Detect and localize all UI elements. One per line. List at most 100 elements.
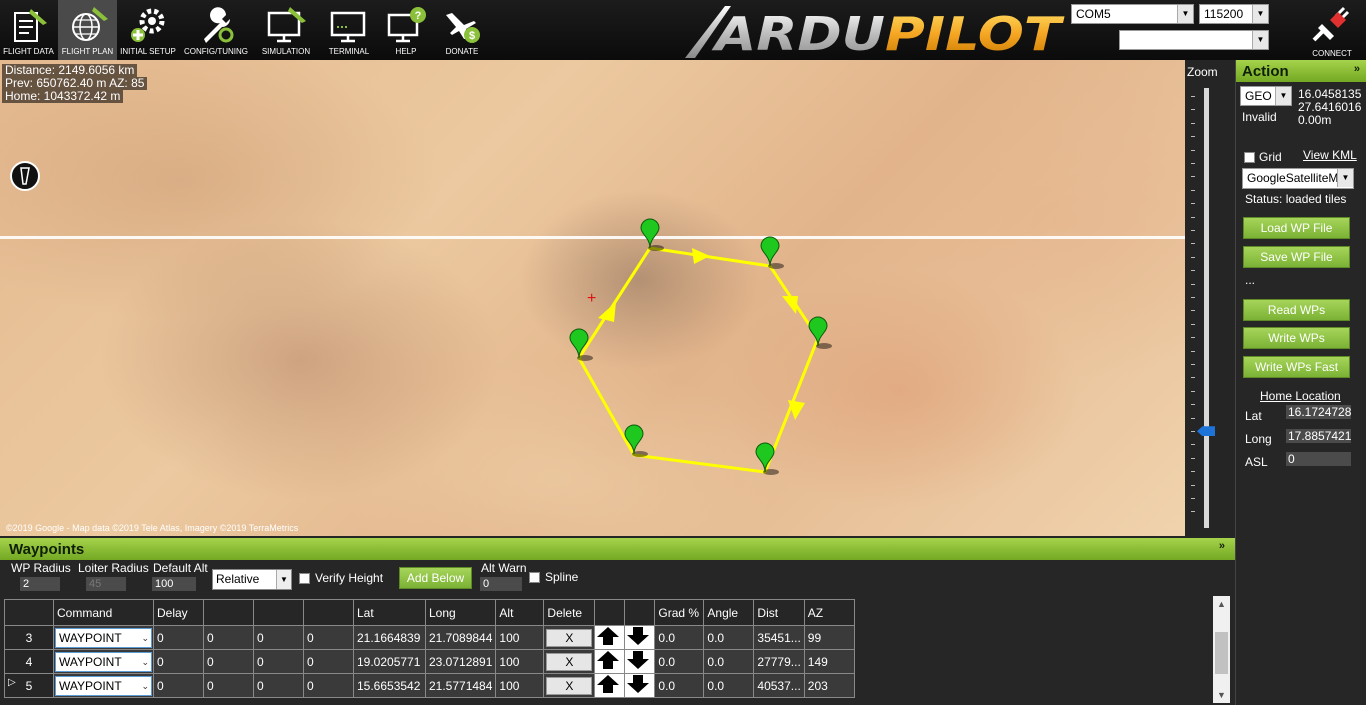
row-number[interactable]: ▷ 5 — [4, 673, 54, 698]
collapse-chevron-icon[interactable]: » — [1354, 63, 1360, 75]
table-scrollbar[interactable]: ▲ ▼ — [1213, 596, 1230, 703]
param4-cell[interactable]: 0 — [303, 673, 354, 698]
add-below-button[interactable]: Add Below — [399, 567, 472, 589]
read-wps-button[interactable]: Read WPs — [1243, 299, 1350, 321]
lat-cell[interactable]: 19.0205771 — [353, 649, 426, 674]
param4-cell[interactable]: 0 — [303, 649, 354, 674]
load-wp-file-button[interactable]: Load WP File — [1243, 217, 1350, 239]
scrollbar-thumb[interactable] — [1215, 632, 1228, 674]
table-row[interactable]: 4 WAYPOINT ⌄ 0 0 0 0 19.0205771 23.071289… — [4, 649, 855, 674]
alt-cell[interactable]: 100 — [495, 625, 545, 650]
waypoint-marker-1[interactable] — [638, 218, 668, 252]
alt-cell[interactable]: 100 — [495, 673, 545, 698]
lat-cell[interactable]: 21.1664839 — [353, 625, 426, 650]
long-cell[interactable]: 21.7089844 — [424, 625, 497, 650]
col-header-dist[interactable]: Dist — [753, 599, 805, 626]
param3-cell[interactable]: 0 — [253, 673, 304, 698]
waypoint-marker-6[interactable] — [567, 328, 597, 362]
save-wp-file-button[interactable]: Save WP File — [1243, 246, 1350, 268]
long-cell[interactable]: 21.5771484 — [424, 673, 497, 698]
table-row[interactable]: ▷ 5 WAYPOINT ⌄ 0 0 0 0 15.6653542 21.57714… — [4, 673, 855, 698]
scroll-up-icon[interactable]: ▲ — [1213, 596, 1230, 612]
col-header-angle[interactable]: Angle — [703, 599, 755, 626]
waypoint-marker-3[interactable] — [806, 316, 836, 350]
waypoints-header[interactable]: Waypoints » — [0, 538, 1235, 560]
alt-warn-input[interactable]: 0 — [480, 577, 522, 591]
home-lat-input[interactable]: 16.17247280883 — [1286, 405, 1351, 419]
action-panel-header[interactable]: Action » — [1236, 60, 1366, 82]
map-type-select[interactable]: GoogleSatelliteMap ▼ — [1242, 168, 1354, 189]
delay-cell[interactable]: 0 — [153, 625, 204, 650]
long-cell[interactable]: 23.0712891 — [424, 649, 497, 674]
delay-cell[interactable]: 0 — [153, 649, 204, 674]
col-header-param3[interactable] — [253, 599, 304, 626]
command-cell[interactable]: WAYPOINT ⌄ — [53, 625, 154, 650]
waypoint-marker-2[interactable] — [758, 236, 788, 270]
delete-button[interactable]: X — [546, 652, 593, 671]
default-alt-input[interactable]: 100 — [152, 577, 196, 591]
home-location-link[interactable]: Home Location — [1260, 389, 1341, 403]
col-header-alt[interactable]: Alt — [495, 599, 545, 626]
col-header-param2[interactable] — [203, 599, 254, 626]
command-select[interactable]: WAYPOINT ⌄ — [55, 651, 152, 672]
col-header-param4[interactable] — [303, 599, 354, 626]
waypoint-marker-4[interactable] — [753, 442, 783, 476]
initial-setup-button[interactable]: INITIAL SETUP — [118, 0, 178, 60]
arrow-down-icon[interactable] — [625, 626, 651, 646]
command-cell[interactable]: WAYPOINT ⌄ — [53, 673, 154, 698]
spline-checkbox[interactable] — [529, 572, 540, 583]
flight-data-button[interactable]: FLIGHT DATA — [0, 0, 57, 60]
scroll-down-icon[interactable]: ▼ — [1213, 687, 1230, 703]
col-header-command[interactable]: Command — [53, 599, 154, 626]
view-kml-link[interactable]: View KML — [1303, 148, 1357, 162]
terminal-button[interactable]: TERMINAL — [320, 0, 378, 60]
delete-button[interactable]: X — [546, 676, 593, 695]
connect-button[interactable]: CONNECT — [1304, 4, 1360, 60]
col-header-lat[interactable]: Lat — [353, 599, 426, 626]
arrow-down-icon[interactable] — [625, 650, 651, 670]
arrow-up-icon[interactable] — [595, 650, 621, 670]
col-header-long[interactable]: Long — [424, 599, 497, 626]
table-row[interactable]: 3 WAYPOINT ⌄ 0 0 0 0 21.1664839 21.708984… — [4, 625, 855, 650]
coord-system-select[interactable]: GEO ▼ — [1240, 86, 1292, 106]
baud-select[interactable]: 115200 ▼ — [1199, 4, 1269, 24]
home-asl-input[interactable]: 0 — [1286, 452, 1351, 466]
col-header-az[interactable]: AZ — [803, 599, 855, 626]
delete-button[interactable]: X — [546, 628, 593, 647]
simulation-button[interactable]: SIMULATION — [254, 0, 318, 60]
col-header-delay[interactable]: Delay — [153, 599, 204, 626]
param2-cell[interactable]: 0 — [203, 649, 254, 674]
command-select[interactable]: WAYPOINT ⌄ — [55, 675, 152, 696]
port-select[interactable]: COM5 ▼ — [1071, 4, 1194, 24]
home-long-input[interactable]: 17.88574218750 — [1286, 429, 1351, 443]
arrow-down-icon[interactable] — [625, 674, 651, 694]
config-tuning-button[interactable]: CONFIG/TUNING — [180, 0, 252, 60]
col-header-grad[interactable]: Grad % — [654, 599, 705, 626]
collapse-chevron-icon[interactable]: » — [1219, 540, 1225, 552]
more-options[interactable]: ... — [1245, 273, 1255, 287]
command-select[interactable]: WAYPOINT ⌄ — [55, 627, 152, 648]
wp-radius-input[interactable]: 2 — [20, 577, 60, 591]
param4-cell[interactable]: 0 — [303, 625, 354, 650]
zoom-slider-track[interactable] — [1204, 88, 1209, 528]
waypoint-marker-5[interactable] — [622, 424, 652, 458]
delay-cell[interactable]: 0 — [153, 673, 204, 698]
write-wps-fast-button[interactable]: Write WPs Fast — [1243, 356, 1350, 378]
write-wps-button[interactable]: Write WPs — [1243, 327, 1350, 349]
flight-plan-button[interactable]: FLIGHT PLAN — [58, 0, 117, 60]
alt-cell[interactable]: 100 — [495, 649, 545, 674]
link-select[interactable]: ▼ — [1119, 30, 1269, 50]
lat-cell[interactable]: 15.6653542 — [353, 673, 426, 698]
param3-cell[interactable]: 0 — [253, 649, 304, 674]
alt-frame-select[interactable]: Relative ▼ — [212, 569, 292, 590]
col-header-delete[interactable]: Delete — [543, 599, 596, 626]
arrow-up-icon[interactable] — [595, 674, 621, 694]
help-button[interactable]: ? HELP — [380, 0, 432, 60]
verify-height-checkbox[interactable] — [299, 573, 310, 584]
donate-button[interactable]: $ DONATE — [434, 0, 490, 60]
row-number[interactable]: 4 — [4, 649, 54, 674]
param2-cell[interactable]: 0 — [203, 625, 254, 650]
grid-checkbox[interactable] — [1244, 152, 1255, 163]
row-number[interactable]: 3 — [4, 625, 54, 650]
arrow-up-icon[interactable] — [595, 626, 621, 646]
